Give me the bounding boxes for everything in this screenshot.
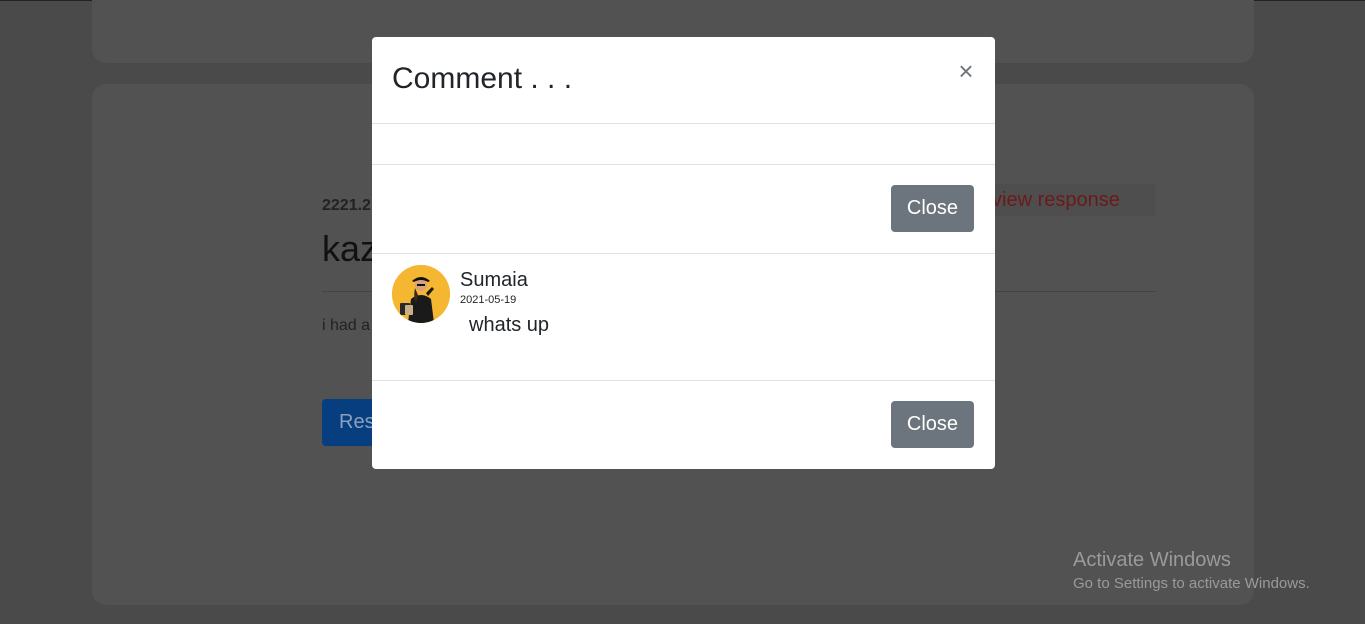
watermark-title: Activate Windows (1073, 549, 1231, 571)
close-icon[interactable]: × (952, 57, 980, 85)
modal-footer-top: Close (372, 164, 995, 254)
background-view-response-link: view response (985, 184, 1155, 216)
close-button-top[interactable]: Close (891, 185, 974, 232)
comment-author: Sumaia (460, 269, 528, 291)
comment-modal: Comment . . . × Close Sumaia 2021-05-19 … (372, 37, 995, 469)
modal-body-empty (372, 124, 995, 164)
watermark-subtitle: Go to Settings to activate Windows. (1073, 575, 1310, 592)
windows-activation-watermark: Activate Windows Go to Settings to activ… (1073, 549, 1310, 592)
background-post-title: kaz (322, 228, 379, 269)
modal-footer-bottom: Close (372, 380, 995, 469)
comment-date: 2021-05-19 (460, 294, 517, 306)
avatar (392, 265, 450, 323)
background-post-body: i had a (322, 317, 371, 334)
modal-title: Comment . . . (392, 62, 573, 95)
user-photo-icon (392, 265, 450, 323)
modal-header: Comment . . . × (372, 37, 995, 124)
background-post-date: 2221.2 (322, 197, 371, 214)
comment-text: whats up (469, 314, 550, 336)
comment-item: Sumaia 2021-05-19 whats up (372, 254, 995, 380)
close-button-bottom[interactable]: Close (891, 401, 974, 448)
